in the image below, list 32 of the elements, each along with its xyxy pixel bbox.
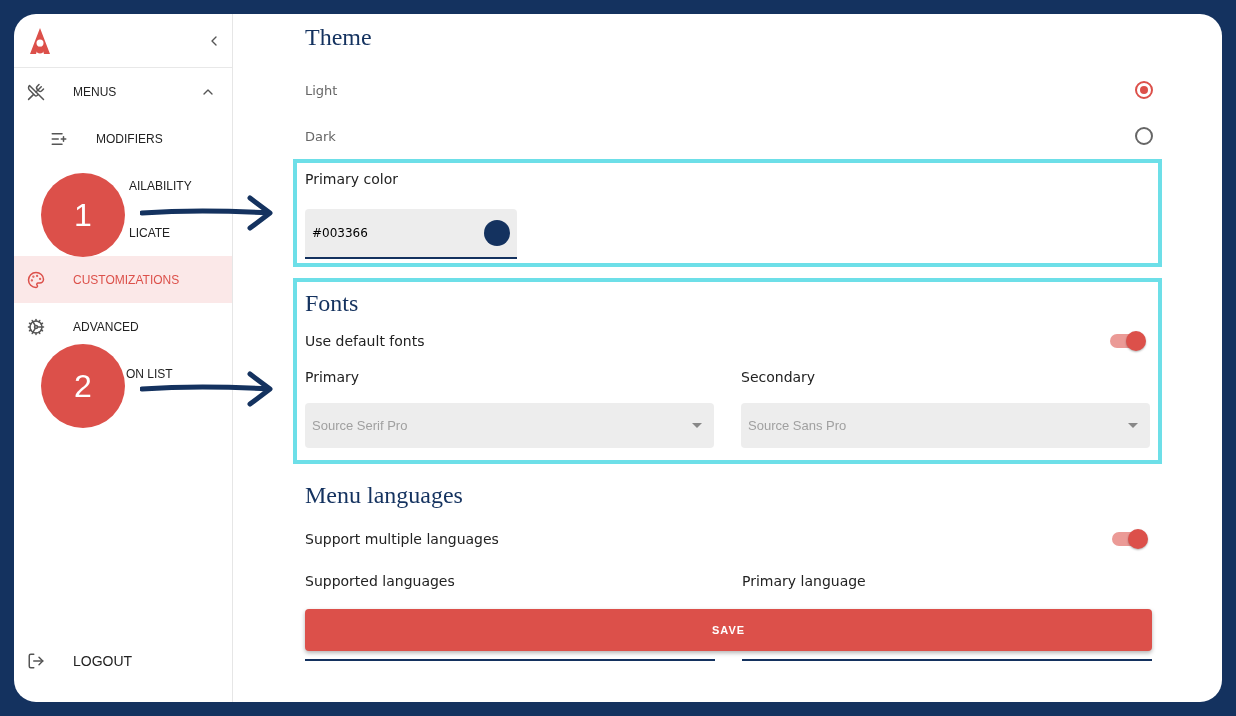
toggle-label: Use default fonts bbox=[305, 333, 425, 349]
field-label: Primary language bbox=[742, 573, 866, 589]
logout-item[interactable]: LOGOUT bbox=[14, 637, 232, 684]
step-marker: 2 bbox=[41, 344, 125, 428]
cog-icon bbox=[27, 317, 45, 336]
toggle-label: Support multiple languages bbox=[305, 531, 499, 547]
sidebar-item[interactable]: AILABILITY bbox=[129, 178, 192, 193]
dropdown-caret-icon bbox=[1128, 423, 1138, 428]
palette-icon bbox=[27, 270, 45, 289]
step-marker: 1 bbox=[41, 173, 125, 257]
radio-button[interactable] bbox=[1135, 81, 1153, 99]
radio-button[interactable] bbox=[1135, 127, 1153, 145]
section-title: Fonts bbox=[305, 290, 360, 317]
logout-icon bbox=[27, 651, 45, 670]
color-field[interactable]: #003366 bbox=[305, 209, 517, 259]
field-label: Primary color bbox=[305, 171, 399, 187]
save-button[interactable]: SAVE bbox=[305, 609, 1152, 651]
sidebar-item[interactable]: ON LIST bbox=[126, 366, 173, 381]
dropdown-caret-icon bbox=[692, 423, 702, 428]
section-title: Menu languages bbox=[305, 482, 464, 509]
color-swatch[interactable] bbox=[484, 220, 510, 246]
utensils-icon bbox=[27, 82, 45, 101]
field-label: Primary bbox=[305, 369, 360, 385]
sidebar-item[interactable]: MODIFIERS bbox=[14, 115, 232, 162]
radio-label: Dark bbox=[305, 128, 336, 144]
logo-icon bbox=[30, 27, 50, 54]
field-label: Supported languages bbox=[305, 573, 455, 589]
field-label: Secondary bbox=[741, 369, 816, 385]
radio-label: Light bbox=[305, 82, 338, 98]
sidebar-item[interactable]: LICATE bbox=[129, 225, 171, 240]
sidebar-item[interactable]: MENUS bbox=[14, 68, 232, 115]
section-title: Theme bbox=[305, 24, 373, 51]
